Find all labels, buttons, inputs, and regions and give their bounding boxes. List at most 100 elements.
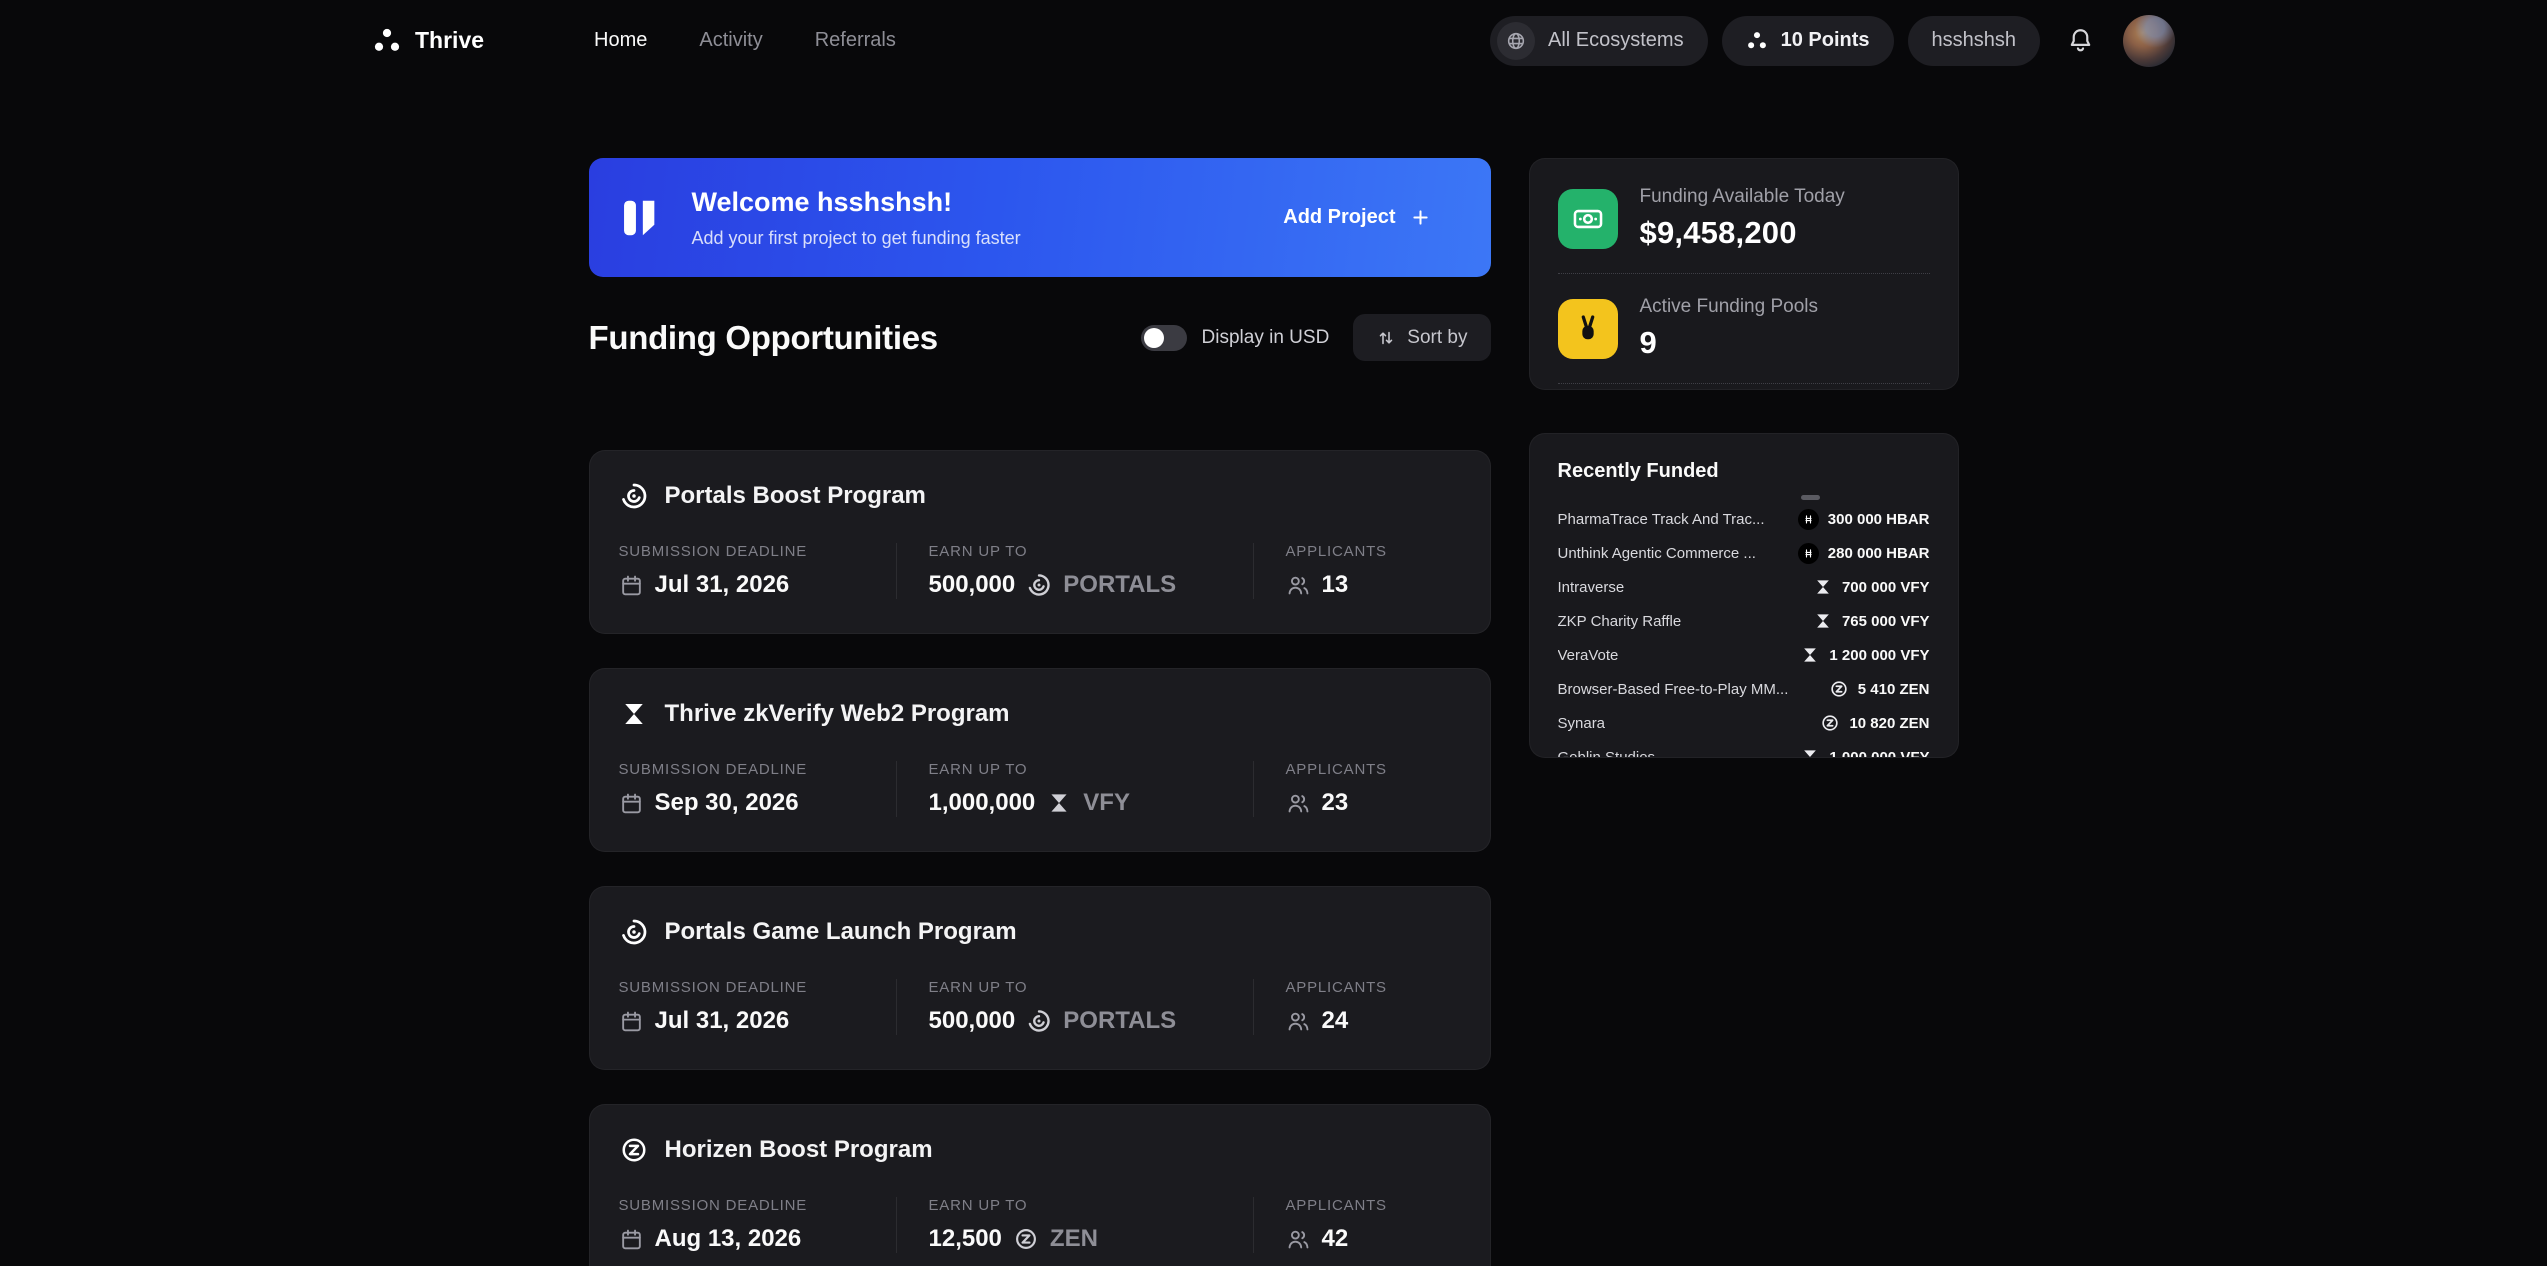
earn-column: EARN UP TO 1,000,000 VFY: [896, 761, 1253, 817]
page: Thrive Home Activity Referrals All Ecosy…: [0, 0, 2547, 1266]
project-name: Unthink Agentic Commerce ...: [1558, 545, 1756, 562]
bell-icon: [2066, 26, 2095, 55]
funded-amount: 10 820 ZEN: [1849, 715, 1929, 732]
ecosystems-button[interactable]: All Ecosystems: [1490, 16, 1708, 66]
card-info: SUBMISSION DEADLINE Jul 31, 2026 EARN UP…: [619, 979, 1460, 1035]
sort-by-button[interactable]: Sort by: [1353, 314, 1490, 361]
banner-title: Welcome hsshshsh!: [692, 187, 1021, 218]
add-project-button[interactable]: Add Project: [1283, 206, 1430, 229]
project-name: Synara: [1558, 715, 1606, 732]
notifications-button[interactable]: [2060, 20, 2101, 61]
portals-token-icon: [1026, 572, 1052, 598]
recently-funded-row[interactable]: ZKP Charity Raffle 765 000 VFY: [1558, 604, 1930, 638]
deadline-value: Sep 30, 2026: [619, 789, 896, 817]
usd-toggle-label: Display in USD: [1202, 327, 1330, 349]
funded-amount: 1 000 000 VFY: [1829, 749, 1929, 759]
nav-home[interactable]: Home: [594, 29, 647, 52]
earn-currency: VFY: [1083, 789, 1130, 817]
thrive-mark-icon: [616, 195, 662, 241]
vfy-token-icon: [1813, 577, 1833, 597]
calendar-icon: [619, 573, 644, 598]
zen-token-icon: [1013, 1226, 1039, 1252]
deadline-label: SUBMISSION DEADLINE: [619, 1197, 896, 1214]
points-button[interactable]: 10 Points: [1722, 16, 1894, 66]
plus-icon: [1410, 207, 1431, 228]
project-name: Intraverse: [1558, 579, 1625, 596]
funding-card-zkverify[interactable]: Thrive zkVerify Web2 Program SUBMISSION …: [589, 668, 1491, 852]
vfy-token-icon: [1813, 611, 1833, 631]
usd-toggle[interactable]: [1141, 325, 1187, 351]
nav-referrals[interactable]: Referrals: [815, 29, 896, 52]
amount-group: 5 410 ZEN: [1829, 679, 1930, 699]
people-icon: [1286, 573, 1311, 598]
username-button[interactable]: hsshshsh: [1908, 16, 2041, 66]
peace-hand-icon: [1558, 299, 1618, 359]
recently-funded-row[interactable]: PharmaTrace Track And Trac... 300 000 HB…: [1558, 502, 1930, 536]
applicants-value: 24: [1286, 1007, 1460, 1035]
portals-icon: [619, 481, 649, 511]
earn-label: EARN UP TO: [929, 543, 1253, 560]
amount-group: 1 200 000 VFY: [1800, 645, 1929, 665]
stat-label: Funding Available Today: [1640, 186, 1845, 208]
stat-label: Active Funding Pools: [1640, 296, 1819, 318]
recently-funded-row[interactable]: VeraVote 1 200 000 VFY: [1558, 638, 1930, 672]
applicants-column: APPLICANTS 13: [1253, 543, 1460, 599]
recently-funded-row[interactable]: Goblin Studios 1 000 000 VFY: [1558, 740, 1930, 758]
recently-funded-row[interactable]: Unthink Agentic Commerce ... 280 000 HBA…: [1558, 536, 1930, 570]
deadline-label: SUBMISSION DEADLINE: [619, 979, 896, 996]
applicants-column: APPLICANTS 23: [1253, 761, 1460, 817]
points-label: 10 Points: [1781, 29, 1870, 52]
sidebar: Funding Available Today $9,458,200 Activ…: [1529, 158, 1959, 1266]
applicants-value: 13: [1286, 571, 1460, 599]
calendar-icon: [619, 1227, 644, 1252]
avatar[interactable]: [2123, 15, 2175, 67]
stat-text: Active Funding Pools 9: [1640, 296, 1819, 361]
project-name: PharmaTrace Track And Trac...: [1558, 511, 1765, 528]
earn-label: EARN UP TO: [929, 761, 1253, 778]
earn-column: EARN UP TO 500,000 PORTALS: [896, 543, 1253, 599]
deadline-column: SUBMISSION DEADLINE Aug 13, 2026: [619, 1197, 896, 1253]
funding-card-horizen-boost[interactable]: Horizen Boost Program SUBMISSION DEADLIN…: [589, 1104, 1491, 1266]
recently-funded-title: Recently Funded: [1558, 460, 1930, 483]
main-column: Welcome hsshshsh! Add your first project…: [589, 158, 1491, 1266]
welcome-banner: Welcome hsshshsh! Add your first project…: [589, 158, 1491, 277]
applicants-label: APPLICANTS: [1286, 979, 1460, 996]
add-project-label: Add Project: [1283, 206, 1395, 229]
applicants-count: 13: [1322, 571, 1349, 599]
sort-by-label: Sort by: [1407, 327, 1467, 349]
funding-card-portals-boost[interactable]: Portals Boost Program SUBMISSION DEADLIN…: [589, 450, 1491, 634]
amount-group: 300 000 HBAR: [1798, 509, 1930, 530]
cash-icon: [1558, 189, 1618, 249]
nav-activity[interactable]: Activity: [699, 29, 762, 52]
username-label: hsshshsh: [1932, 29, 2017, 52]
brand[interactable]: Thrive: [372, 26, 484, 56]
recently-funded-row[interactable]: Browser-Based Free-to-Play MM... 5 410 Z…: [1558, 672, 1930, 706]
vfy-token-icon: [1046, 790, 1072, 816]
funded-amount: 765 000 VFY: [1842, 613, 1930, 630]
amount-group: 280 000 HBAR: [1798, 543, 1930, 564]
funded-amount: 280 000 HBAR: [1828, 545, 1930, 562]
globe-icon: [1497, 22, 1535, 60]
amount-group: 10 820 ZEN: [1820, 713, 1929, 733]
project-name: VeraVote: [1558, 647, 1619, 664]
sort-arrows-icon: [1376, 328, 1396, 348]
hbar-icon: [1798, 509, 1819, 530]
portals-icon: [619, 917, 649, 947]
funded-amount: 5 410 ZEN: [1858, 681, 1930, 698]
project-name: ZKP Charity Raffle: [1558, 613, 1682, 630]
main-nav: Home Activity Referrals: [594, 29, 896, 52]
opportunities-controls: Display in USD Sort by: [1141, 314, 1491, 361]
recently-funded-row[interactable]: Synara 10 820 ZEN: [1558, 706, 1930, 740]
funding-card-portals-game-launch[interactable]: Portals Game Launch Program SUBMISSION D…: [589, 886, 1491, 1070]
earn-currency: PORTALS: [1063, 571, 1176, 599]
recently-funded-row[interactable]: Intraverse 700 000 VFY: [1558, 570, 1930, 604]
vfy-token-icon: [1800, 645, 1820, 665]
brand-name: Thrive: [415, 27, 484, 54]
applicants-column: APPLICANTS 42: [1253, 1197, 1460, 1253]
applicants-count: 23: [1322, 789, 1349, 817]
earn-amount: 1,000,000: [929, 789, 1036, 817]
earn-currency: PORTALS: [1063, 1007, 1176, 1035]
earn-currency: ZEN: [1050, 1225, 1098, 1253]
hbar-icon: [1798, 543, 1819, 564]
earn-column: EARN UP TO 12,500 ZEN: [896, 1197, 1253, 1253]
